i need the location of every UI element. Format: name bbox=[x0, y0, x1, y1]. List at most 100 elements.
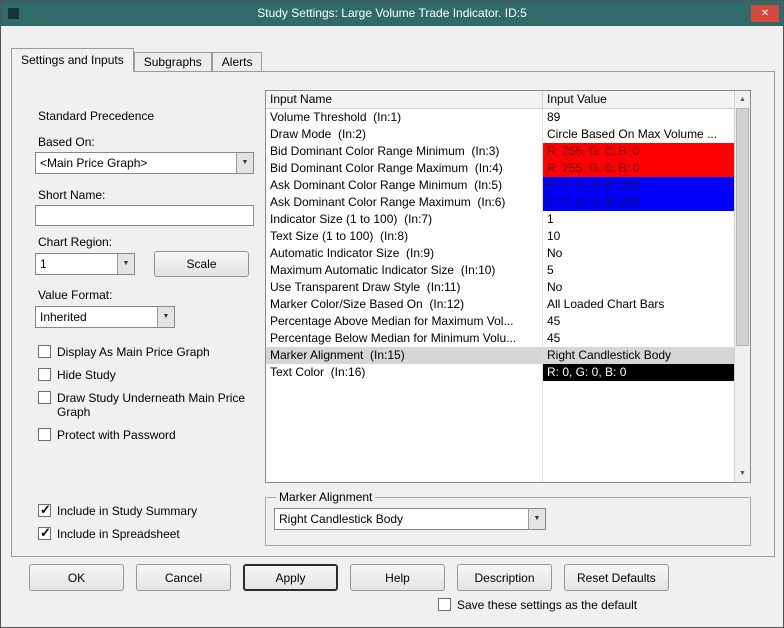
input-row-16[interactable]: Text Color (In:16) R: 0, G: 0, B: 0 bbox=[266, 364, 734, 381]
input-name-cell: Bid Dominant Color Range Minimum (In:3) bbox=[266, 143, 543, 160]
input-value-color-swatch: R: 255, G: 0, B: 0 bbox=[543, 160, 734, 177]
empty-value-cell bbox=[543, 415, 734, 432]
input-row-2[interactable]: Draw Mode (In:2) Circle Based On Max Volu… bbox=[266, 126, 734, 143]
input-row-12[interactable]: Marker Color/Size Based On (In:12) All Lo… bbox=[266, 296, 734, 313]
value-format-select[interactable]: Inherited ▼ bbox=[35, 306, 175, 328]
window-icon bbox=[8, 8, 19, 19]
save-default-checkbox[interactable]: Save these settings as the default bbox=[438, 598, 637, 612]
reset-defaults-button[interactable]: Reset Defaults bbox=[564, 564, 669, 591]
chevron-down-icon[interactable]: ▼ bbox=[528, 509, 545, 529]
tab-settings-and-inputs[interactable]: Settings and Inputs bbox=[11, 48, 134, 72]
based-on-select[interactable]: <Main Price Graph> ▼ bbox=[35, 152, 254, 174]
marker-alignment-value: Right Candlestick Body bbox=[279, 512, 404, 526]
input-row-4[interactable]: Bid Dominant Color Range Maximum (In:4) R… bbox=[266, 160, 734, 177]
input-row-5[interactable]: Ask Dominant Color Range Minimum (In:5) R… bbox=[266, 177, 734, 194]
input-row-13[interactable]: Percentage Above Median for Maximum Vol.… bbox=[266, 313, 734, 330]
empty-name-cell bbox=[266, 449, 543, 466]
close-icon[interactable]: ✕ bbox=[751, 5, 779, 22]
checkbox-checked-icon bbox=[38, 503, 51, 517]
column-header-input-name[interactable]: Input Name bbox=[266, 91, 543, 109]
input-value-color-swatch: R: 0, G: 0, B: 255 bbox=[543, 177, 734, 194]
input-name-cell: Automatic Indicator Size (In:9) bbox=[266, 245, 543, 262]
empty-row bbox=[266, 466, 734, 482]
input-row-9[interactable]: Automatic Indicator Size (In:9) No bbox=[266, 245, 734, 262]
scale-button[interactable]: Scale bbox=[154, 251, 249, 277]
short-name-input[interactable] bbox=[35, 205, 254, 226]
checkbox-draw-study-underneath-main-price-graph[interactable]: Draw Study Underneath Main Price Graph bbox=[38, 391, 256, 419]
table-scrollbar[interactable]: ▲ ▼ bbox=[734, 91, 750, 482]
input-name-cell: Marker Alignment (In:15) bbox=[266, 347, 543, 364]
ok-button[interactable]: OK bbox=[29, 564, 124, 591]
checkbox-label: Include in Spreadsheet bbox=[57, 527, 180, 541]
input-row-11[interactable]: Use Transparent Draw Style (In:11) No bbox=[266, 279, 734, 296]
tab-alerts[interactable]: Alerts bbox=[211, 52, 263, 71]
marker-alignment-legend: Marker Alignment bbox=[279, 490, 373, 504]
checkbox-label: Include in Study Summary bbox=[57, 504, 198, 518]
dialog-button-row: OK Cancel Apply Help Description Reset Defaul… bbox=[29, 564, 669, 591]
input-value-cell: 89 bbox=[547, 110, 561, 124]
include-checkbox-group: Include in Study Summary Include in Sprea… bbox=[38, 503, 256, 541]
checkbox-protect-with-password[interactable]: Protect with Password bbox=[38, 428, 256, 442]
input-name-cell: Indicator Size (1 to 100) (In:7) bbox=[266, 211, 543, 228]
cancel-button[interactable]: Cancel bbox=[136, 564, 231, 591]
input-row-7[interactable]: Indicator Size (1 to 100) (In:7) 1 bbox=[266, 211, 734, 228]
column-header-input-value[interactable]: Input Value bbox=[543, 91, 734, 109]
input-row-14[interactable]: Percentage Below Median for Minimum Volu… bbox=[266, 330, 734, 347]
checkbox-label: Display As Main Price Graph bbox=[57, 345, 210, 359]
help-button[interactable]: Help bbox=[350, 564, 445, 591]
marker-alignment-select[interactable]: Right Candlestick Body ▼ bbox=[274, 508, 546, 530]
input-value-cell: 45 bbox=[547, 331, 561, 345]
short-name-label: Short Name: bbox=[38, 188, 106, 202]
chart-region-label: Chart Region: bbox=[38, 235, 113, 249]
input-row-8[interactable]: Text Size (1 to 100) (In:8) 10 bbox=[266, 228, 734, 245]
apply-button[interactable]: Apply bbox=[243, 564, 338, 591]
input-name-cell: Maximum Automatic Indicator Size (In:10) bbox=[266, 262, 543, 279]
window-title: Study Settings: Large Volume Trade Indic… bbox=[257, 6, 527, 20]
description-button[interactable]: Description bbox=[457, 564, 552, 591]
titlebar[interactable]: Study Settings: Large Volume Trade Indic… bbox=[1, 1, 783, 26]
input-name-cell: Marker Color/Size Based On (In:12) bbox=[266, 296, 543, 313]
inputs-table-header: Input Name Input Value bbox=[266, 91, 734, 109]
empty-value-cell bbox=[543, 466, 734, 482]
input-value-cell: Right Candlestick Body bbox=[547, 348, 672, 362]
chevron-down-icon[interactable]: ▼ bbox=[157, 307, 174, 327]
empty-value-cell bbox=[543, 432, 734, 449]
scrollbar-thumb[interactable] bbox=[736, 108, 749, 346]
study-settings-dialog: Study Settings: Large Volume Trade Indic… bbox=[0, 0, 784, 628]
chevron-down-icon[interactable]: ▼ bbox=[236, 153, 253, 173]
input-row-6[interactable]: Ask Dominant Color Range Maximum (In:6) R… bbox=[266, 194, 734, 211]
input-name-cell: Ask Dominant Color Range Minimum (In:5) bbox=[266, 177, 543, 194]
input-row-3[interactable]: Bid Dominant Color Range Minimum (In:3) R… bbox=[266, 143, 734, 160]
checkbox-unchecked-icon bbox=[438, 598, 451, 611]
checkbox-unchecked-icon bbox=[38, 368, 51, 381]
input-value-cell: 10 bbox=[547, 229, 561, 243]
empty-row bbox=[266, 398, 734, 415]
empty-name-cell bbox=[266, 432, 543, 449]
input-value-cell: 5 bbox=[547, 263, 554, 277]
value-format-value: Inherited bbox=[40, 310, 87, 324]
empty-name-cell bbox=[266, 415, 543, 432]
scroll-up-icon[interactable]: ▲ bbox=[735, 91, 750, 108]
input-row-15[interactable]: Marker Alignment (In:15) Right Candlestic… bbox=[266, 347, 734, 364]
checkbox-checked-icon bbox=[38, 526, 51, 540]
tab-subgraphs[interactable]: Subgraphs bbox=[133, 52, 212, 71]
input-name-cell: Text Color (In:16) bbox=[266, 364, 543, 381]
checkbox-display-as-main-price-graph[interactable]: Display As Main Price Graph bbox=[38, 345, 256, 359]
checkbox-unchecked-icon bbox=[38, 391, 51, 404]
input-name-cell: Draw Mode (In:2) bbox=[266, 126, 543, 143]
empty-row bbox=[266, 415, 734, 432]
chart-region-select[interactable]: 1 ▼ bbox=[35, 253, 135, 275]
scroll-down-icon[interactable]: ▼ bbox=[735, 465, 750, 482]
checkbox-include-in-spreadsheet[interactable]: Include in Spreadsheet bbox=[38, 526, 256, 541]
empty-value-cell bbox=[543, 398, 734, 415]
empty-row bbox=[266, 381, 734, 398]
checkbox-include-in-study-summary[interactable]: Include in Study Summary bbox=[38, 503, 256, 518]
chevron-down-icon[interactable]: ▼ bbox=[117, 254, 134, 274]
checkbox-hide-study[interactable]: Hide Study bbox=[38, 368, 256, 382]
input-name-cell: Bid Dominant Color Range Maximum (In:4) bbox=[266, 160, 543, 177]
input-row-10[interactable]: Maximum Automatic Indicator Size (In:10)… bbox=[266, 262, 734, 279]
inputs-table: Input Name Input Value Volume Threshold … bbox=[265, 90, 751, 483]
input-row-1[interactable]: Volume Threshold (In:1) 89 bbox=[266, 109, 734, 126]
input-name-cell: Use Transparent Draw Style (In:11) bbox=[266, 279, 543, 296]
input-name-cell: Percentage Above Median for Maximum Vol.… bbox=[266, 313, 543, 330]
